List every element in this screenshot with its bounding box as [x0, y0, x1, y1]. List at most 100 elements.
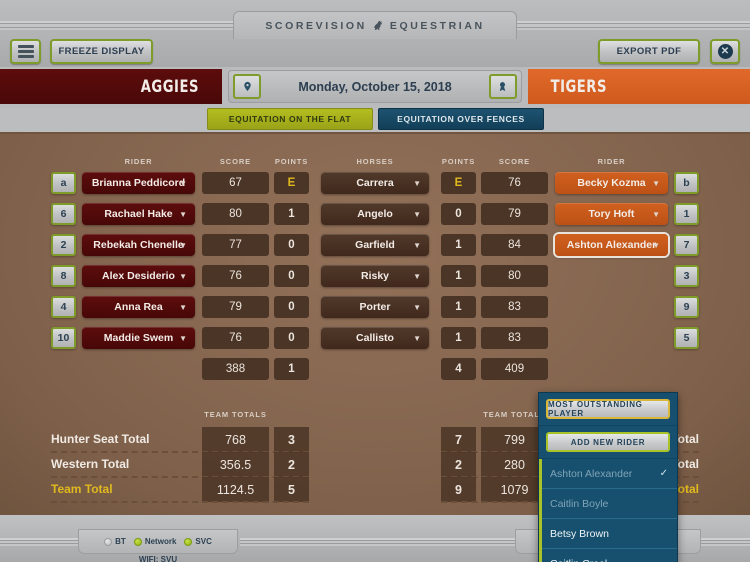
- svc-label: SVC: [195, 537, 212, 546]
- horse-name: Angelo: [357, 208, 393, 220]
- tabs-bar: EQUITATION ON THE FLAT EQUITATION OVER F…: [0, 108, 750, 132]
- row-badge-left[interactable]: a: [51, 172, 76, 194]
- rider-name-right: Tory Hoft: [588, 208, 635, 220]
- row-badge-right[interactable]: 9: [674, 296, 699, 318]
- row-badge-left[interactable]: 8: [51, 265, 76, 287]
- horse-pill[interactable]: Porter ▼: [321, 296, 429, 318]
- points-cell-left[interactable]: 1: [274, 203, 309, 225]
- most-outstanding-player-button[interactable]: MOST OUTSTANDING PLAYER: [546, 399, 670, 419]
- rider-pill-right[interactable]: Becky Kozma ▼: [555, 172, 668, 194]
- rider-pill-left[interactable]: Anna Rea ▼: [82, 296, 195, 318]
- row-badge-left[interactable]: 2: [51, 234, 76, 256]
- horse-name: Carrera: [356, 177, 394, 189]
- points-cell-left[interactable]: 0: [274, 327, 309, 349]
- rider-pill-left[interactable]: Alex Desiderio ▼: [82, 265, 195, 287]
- column-header-points-left: POINTS: [274, 157, 309, 166]
- hamburger-menu-icon[interactable]: [10, 39, 41, 64]
- score-cell-right[interactable]: 79: [481, 203, 548, 225]
- location-pin-icon[interactable]: [233, 74, 261, 99]
- points-cell-left[interactable]: 0: [274, 296, 309, 318]
- points-cell-right[interactable]: 0: [441, 203, 476, 225]
- points-cell-right[interactable]: E: [441, 172, 476, 194]
- total-divider-left: [51, 451, 309, 453]
- team-bar: AGGIES Monday, October 15, 2018 TIGERS: [0, 67, 750, 108]
- score-cell-left[interactable]: 67: [202, 172, 269, 194]
- row-badge-right[interactable]: 1: [674, 203, 699, 225]
- total-points-left: 2: [274, 452, 309, 477]
- subtotal-score-right: 409: [481, 358, 548, 380]
- dropdown-list-item[interactable]: Betsy Brown: [542, 519, 677, 549]
- horse-name: Callisto: [356, 332, 394, 344]
- score-cell-left[interactable]: 79: [202, 296, 269, 318]
- score-cell-right[interactable]: 76: [481, 172, 548, 194]
- rider-pill-left[interactable]: Rebekah Chenelle ▼: [82, 234, 195, 256]
- rider-pill-left[interactable]: Brianna Peddicord ▼: [82, 172, 195, 194]
- score-cell-right[interactable]: 80: [481, 265, 548, 287]
- award-ribbon-icon[interactable]: [488, 74, 517, 99]
- total-divider-left: [51, 476, 309, 478]
- row-badge-right[interactable]: 7: [674, 234, 699, 256]
- dropdown-action-most-outstanding: MOST OUTSTANDING PLAYER: [539, 393, 677, 426]
- horse-pill[interactable]: Carrera ▼: [321, 172, 429, 194]
- points-cell-left[interactable]: 0: [274, 265, 309, 287]
- total-points-right: 9: [441, 477, 476, 502]
- rider-pill-right[interactable]: Ashton Alexander ▼: [555, 234, 668, 256]
- score-cell-left[interactable]: 76: [202, 327, 269, 349]
- row-badge-left[interactable]: 4: [51, 296, 76, 318]
- away-team-name: TIGERS: [550, 76, 607, 97]
- points-cell-left[interactable]: E: [274, 172, 309, 194]
- points-cell-right[interactable]: 1: [441, 234, 476, 256]
- horse-pill[interactable]: Angelo ▼: [321, 203, 429, 225]
- tab-equitation-over-fences[interactable]: EQUITATION OVER FENCES: [378, 108, 544, 130]
- total-points-left: 5: [274, 477, 309, 502]
- row-badge-right[interactable]: 3: [674, 265, 699, 287]
- dropdown-list-item[interactable]: Ashton Alexander ✓: [542, 459, 677, 489]
- score-cell-right[interactable]: 83: [481, 327, 548, 349]
- rider-pill-left[interactable]: Rachael Hake ▼: [82, 203, 195, 225]
- row-badge-right[interactable]: 5: [674, 327, 699, 349]
- toolbar: FREEZE DISPLAY EXPORT PDF ✕: [0, 37, 750, 67]
- app-title-plate: SCOREVISION EQUESTRIAN: [233, 11, 517, 39]
- rider-name-right: Ashton Alexander: [566, 239, 657, 251]
- tab-equitation-on-the-flat[interactable]: EQUITATION ON THE FLAT: [207, 108, 373, 130]
- horse-pill[interactable]: Risky ▼: [321, 265, 429, 287]
- row-badge-right[interactable]: b: [674, 172, 699, 194]
- export-pdf-button[interactable]: EXPORT PDF: [598, 39, 700, 64]
- horse-name: Risky: [360, 270, 390, 282]
- team-totals-header-left: TEAM TOTALS: [204, 410, 267, 419]
- horse-pill[interactable]: Garfield ▼: [321, 234, 429, 256]
- horse-pill[interactable]: Callisto ▼: [321, 327, 429, 349]
- total-label-left: Western Total: [51, 457, 130, 471]
- total-points-right: 2: [441, 452, 476, 477]
- rider-pill-right[interactable]: Tory Hoft ▼: [555, 203, 668, 225]
- close-button[interactable]: ✕: [710, 39, 740, 64]
- score-cell-left[interactable]: 80: [202, 203, 269, 225]
- dropdown-list-item[interactable]: Caitlin Creel: [542, 549, 677, 562]
- chevron-down-icon: ▼: [413, 240, 421, 250]
- dropdown-item-label: Caitlin Boyle: [550, 497, 609, 510]
- dropdown-list-item[interactable]: Caitlin Boyle: [542, 489, 677, 519]
- rider-pill-left[interactable]: Maddie Swem ▼: [82, 327, 195, 349]
- chevron-down-icon: ▼: [413, 178, 421, 188]
- points-cell-right[interactable]: 1: [441, 296, 476, 318]
- away-team-banner[interactable]: TIGERS: [528, 69, 750, 104]
- dropdown-item-label: Ashton Alexander: [550, 467, 633, 480]
- column-header-score-left: SCORE: [219, 157, 252, 166]
- score-cell-left[interactable]: 77: [202, 234, 269, 256]
- network-label: Network: [144, 537, 177, 546]
- row-badge-left[interactable]: 6: [51, 203, 76, 225]
- total-value-left: 768: [202, 427, 269, 452]
- points-cell-right[interactable]: 1: [441, 327, 476, 349]
- bt-led-icon: [104, 537, 113, 546]
- add-new-rider-button[interactable]: ADD NEW RIDER: [546, 432, 670, 452]
- score-cell-left[interactable]: 76: [202, 265, 269, 287]
- freeze-display-button[interactable]: FREEZE DISPLAY: [50, 39, 153, 64]
- points-cell-right[interactable]: 1: [441, 265, 476, 287]
- column-header-rider-right: RIDER: [597, 157, 626, 166]
- rider-name-left: Anna Rea: [114, 301, 163, 313]
- home-team-banner[interactable]: AGGIES: [0, 69, 222, 104]
- points-cell-left[interactable]: 0: [274, 234, 309, 256]
- score-cell-right[interactable]: 84: [481, 234, 548, 256]
- score-cell-right[interactable]: 83: [481, 296, 548, 318]
- row-badge-left[interactable]: 10: [51, 327, 76, 349]
